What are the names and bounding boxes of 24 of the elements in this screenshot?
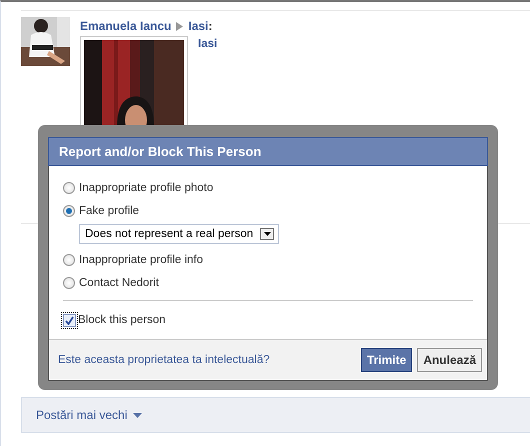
submit-button[interactable]: Trimite [360,348,412,372]
checkbox-label: Block this person [78,314,166,326]
colon: : [208,19,212,33]
older-posts-bar[interactable]: Postări mai vechi [21,397,530,433]
checkbox[interactable] [63,314,76,326]
radio-button[interactable] [63,254,75,266]
option-label: Inappropriate profile info [79,254,204,266]
caption-link-under-dialog[interactable]: Iasi [198,38,218,50]
intellectual-property-link[interactable]: Este aceasta proprietatea ta intelectuală? [58,354,270,366]
option-label: Contact Nedorit [79,276,159,288]
radio-button[interactable] [63,276,75,288]
option-label: Inappropriate profile photo [79,182,214,194]
author-link[interactable]: Emanuela Iancu [80,19,172,33]
dialog-title: Report and/or Block This Person [48,137,488,166]
reason-dropdown[interactable]: Does not represent a real person [79,224,279,244]
caret-icon [133,412,142,418]
radio-button[interactable] [63,182,75,194]
older-posts-link[interactable]: Postări mai vechi [36,408,128,422]
option-label: Fake profile [79,204,140,216]
radio-button[interactable] [63,204,75,216]
caret-icon [264,232,270,236]
arrow-icon [176,22,184,30]
location-link[interactable]: Iasi [188,19,208,33]
cancel-button[interactable]: Anulează [417,348,482,372]
